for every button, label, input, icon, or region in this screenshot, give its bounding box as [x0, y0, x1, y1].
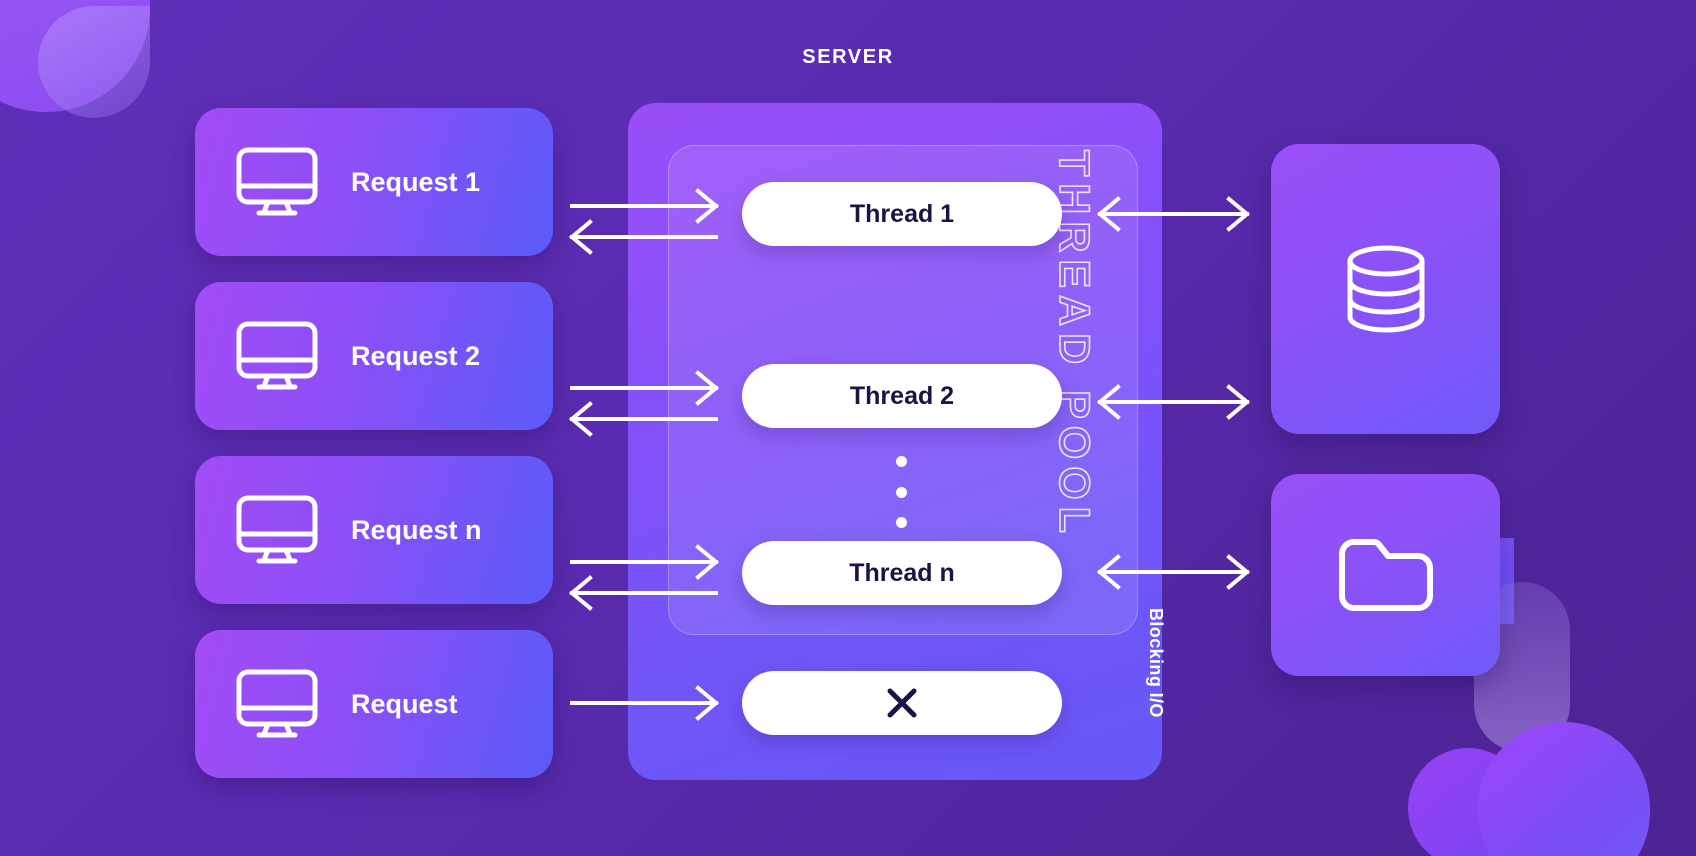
thread-label: Thread 2: [849, 381, 955, 410]
ellipsis-dot: [895, 486, 907, 498]
thread-label: Thread n: [849, 558, 955, 587]
thread-pill[interactable]: Thread 2: [742, 364, 1062, 428]
monitor-icon: [236, 147, 318, 216]
request-card[interactable]: Request 2: [195, 282, 553, 430]
thread-ellipsis: [894, 456, 908, 528]
request-label: Request: [351, 688, 458, 719]
monitor-icon: [236, 321, 318, 390]
request-card[interactable]: Request: [195, 630, 553, 778]
folder-icon: [1338, 539, 1433, 611]
x-icon: [887, 688, 917, 718]
diagram-canvas: SERVER THREAD POOL Request 1 Request 2: [0, 0, 1696, 856]
decorative-blob-bottom-right-b: [1478, 722, 1650, 856]
file-system-card[interactable]: [1271, 474, 1500, 676]
monitor-icon: [236, 495, 318, 564]
server-title: SERVER: [802, 46, 894, 68]
request-label: Request n: [351, 514, 482, 545]
request-card[interactable]: Request 1: [195, 108, 553, 256]
database-card[interactable]: [1271, 144, 1500, 434]
ellipsis-dot: [895, 517, 907, 528]
request-card[interactable]: Request n: [195, 456, 553, 604]
decorative-blob-bottom-right-c: [1408, 748, 1528, 856]
ellipsis-dot: [895, 456, 907, 467]
rejected-request-pill[interactable]: [742, 671, 1062, 735]
blocking-io-label: Blocking I/O: [1146, 608, 1166, 718]
request-label: Request 2: [351, 340, 481, 371]
thread-label: Thread 1: [849, 199, 955, 228]
request-label: Request 1: [351, 166, 481, 197]
thread-pill[interactable]: Thread n: [742, 541, 1062, 605]
database-icon: [1347, 245, 1424, 333]
thread-pill[interactable]: Thread 1: [742, 182, 1062, 246]
monitor-icon: [236, 669, 318, 738]
